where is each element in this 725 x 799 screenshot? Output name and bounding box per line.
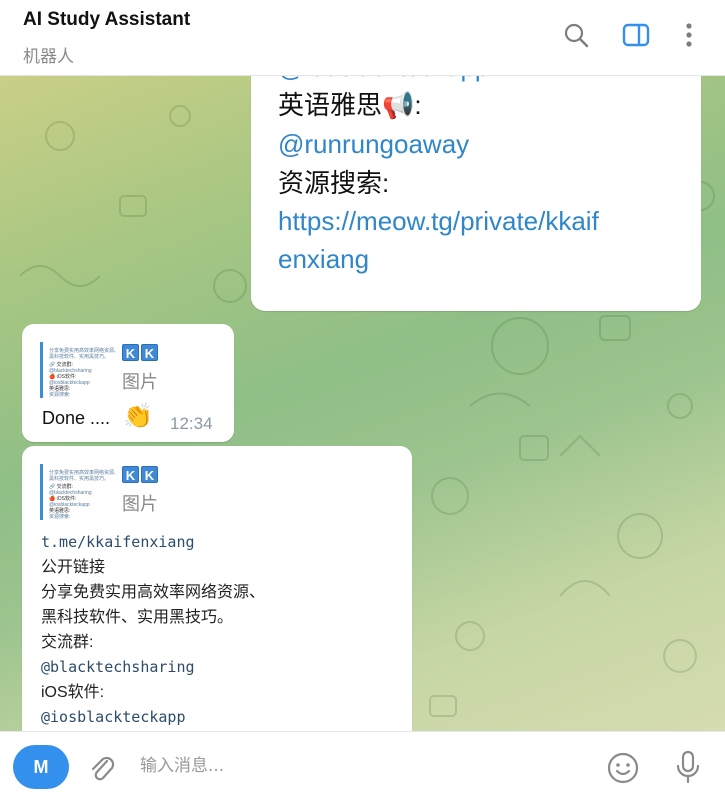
message-text: 英语雅思📢: [278, 90, 422, 120]
kk-badge: K K [122, 466, 158, 483]
url-link-continued[interactable]: enxiang [278, 240, 369, 278]
message-bubble[interactable]: 分享免费实用高效率网络资源、 黑科技软件、实用黑技巧。 🔗 交流群: @blac… [22, 446, 412, 731]
message-body: t.me/kkaifenxiang 公开链接 分享免费实用高效率网络资源、 黑科… [41, 530, 401, 730]
message-text: Done .... [42, 408, 111, 428]
sidebar-icon [622, 23, 650, 47]
chat-title[interactable]: AI Study Assistant [23, 9, 190, 31]
mention-link[interactable]: @iosblackteckapp [41, 705, 401, 730]
chat-subtitle: 机器人 [23, 47, 74, 66]
image-preview-thumbnail[interactable]: 分享免费实用高效率网络资源、 黑科技软件、实用黑技巧。 🔗 交流群: @blac… [40, 464, 119, 520]
message-text: iOS软件: [41, 684, 105, 701]
message-text: 资源搜索: [278, 168, 390, 198]
send-as-avatar[interactable]: M [13, 745, 69, 789]
message-time: 12:34 [170, 414, 213, 433]
clapping-hands-emoji: 👏 [123, 403, 153, 430]
more-vertical-icon [686, 23, 692, 47]
microphone-icon [676, 750, 700, 784]
message-list[interactable]: @iosblackteckapp 英语雅思📢: @runrungoaway 资源… [0, 76, 725, 731]
message-input[interactable] [140, 748, 570, 784]
kk-letter: K [122, 466, 139, 483]
message-bubble[interactable]: 分享免费实用高效率网络资源、 黑科技软件、实用黑技巧。 🔗 交流群: @blac… [22, 324, 234, 442]
channel-link[interactable]: t.me/kkaifenxiang [41, 530, 401, 555]
more-options-button[interactable] [672, 18, 706, 52]
search-icon [564, 23, 589, 48]
kk-letter: K [141, 466, 158, 483]
kk-letter: K [141, 344, 158, 361]
message-composer: M [0, 731, 725, 799]
smiley-icon [607, 752, 639, 784]
voice-record-button[interactable] [668, 747, 708, 787]
image-label: 图片 [122, 372, 158, 392]
emoji-button[interactable] [604, 749, 642, 787]
attach-button[interactable] [84, 750, 120, 786]
kk-badge: K K [122, 344, 158, 361]
url-link[interactable]: https://meow.tg/private/kkaif [278, 202, 599, 240]
mention-link[interactable]: @blacktechsharing [41, 655, 401, 680]
message-bubble[interactable]: @iosblackteckapp 英语雅思📢: @runrungoaway 资源… [251, 76, 701, 311]
mention-link[interactable]: @runrungoaway [278, 125, 469, 163]
image-preview-thumbnail[interactable]: 分享免费实用高效率网络资源、 黑科技软件、实用黑技巧。 🔗 交流群: @blac… [40, 342, 119, 398]
message-text: 分享免费实用高效率网络资源、 [41, 584, 266, 601]
sidebar-toggle-button[interactable] [619, 18, 653, 52]
kk-letter: K [122, 344, 139, 361]
message-text: 公开链接 [41, 559, 106, 576]
paperclip-icon [91, 756, 115, 781]
image-label: 图片 [122, 494, 158, 514]
message-text: 黑科技软件、实用黑技巧。 [41, 609, 234, 626]
chat-header: AI Study Assistant 机器人 [0, 0, 725, 76]
search-button[interactable] [559, 18, 593, 52]
message-text: 交流群: [41, 634, 94, 651]
mention-link[interactable]: @iosblackteckapp [278, 76, 489, 86]
